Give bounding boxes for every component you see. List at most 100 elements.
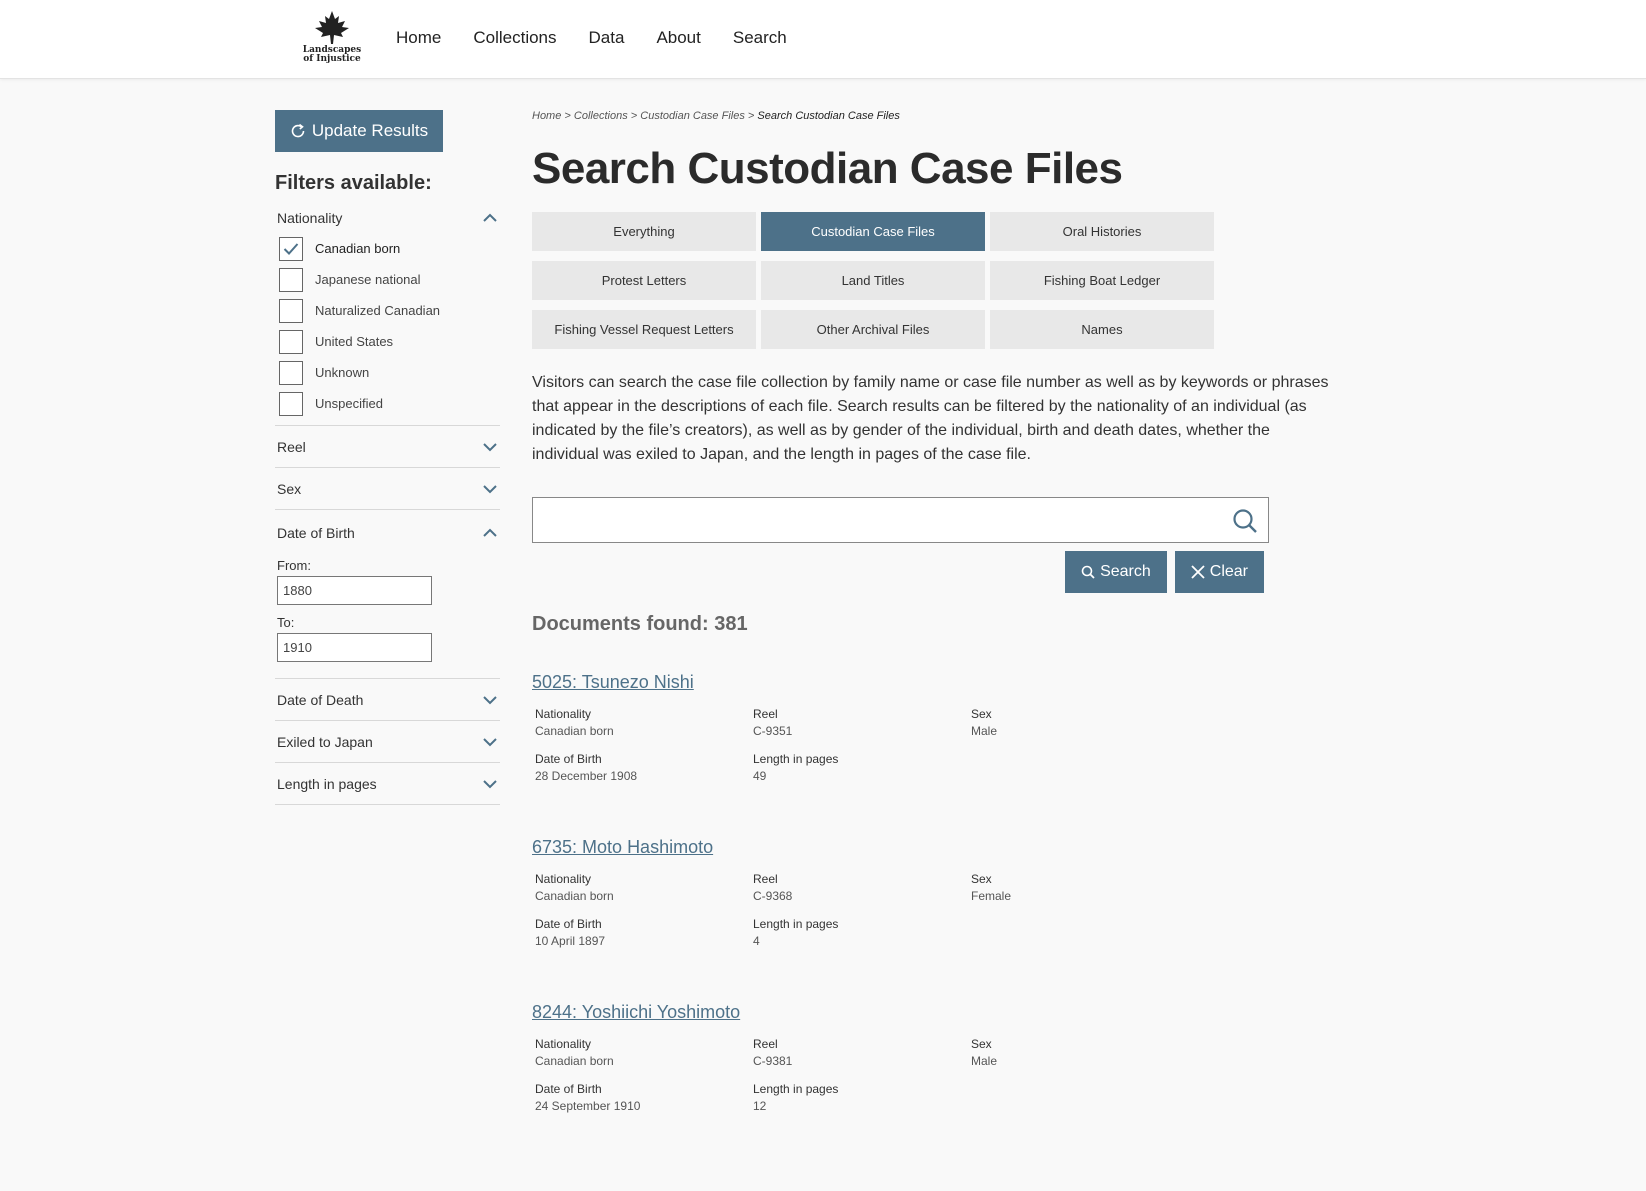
checkbox-unspecified[interactable]	[279, 391, 303, 416]
meta-key: Length in pages	[753, 917, 839, 931]
tab-land-titles[interactable]: Land Titles	[761, 261, 985, 300]
meta-value: 49	[753, 769, 767, 783]
result-title-link[interactable]: 8244: Yoshiichi Yoshimoto	[532, 1002, 1332, 1023]
site-logo[interactable]: Landscapes of Injustice	[296, 10, 368, 68]
reel-filter-label: Reel	[277, 438, 306, 455]
meta-length: Length in pages 4	[753, 917, 971, 948]
checkbox-united-states[interactable]	[279, 329, 303, 354]
main-nav: Home Collections Data About Search	[396, 28, 819, 48]
nav-about[interactable]: About	[656, 28, 700, 48]
result-title-link[interactable]: 6735: Moto Hashimoto	[532, 837, 1332, 858]
result-meta: Nationality Canadian born Reel C-9381 Sex M…	[532, 1037, 1332, 1113]
checkbox-label: Naturalized Canadian	[315, 303, 441, 318]
meta-reel: Reel C-9368	[753, 872, 971, 903]
result-title-link[interactable]: 5025: Tsunezo Nishi	[532, 672, 1332, 693]
chevron-down-icon	[483, 779, 497, 788]
tab-fishing-boat-ledger[interactable]: Fishing Boat Ledger	[990, 261, 1214, 300]
meta-key: Sex	[971, 872, 992, 886]
collection-description: Visitors can search the case file collec…	[532, 374, 1329, 463]
result-item: 5025: Tsunezo Nishi Nationality Canadian …	[532, 672, 1332, 783]
checkbox-naturalized-canadian[interactable]	[279, 298, 303, 323]
maple-leaf-icon	[315, 11, 349, 44]
meta-dob: Date of Birth 24 September 1910	[535, 1082, 753, 1113]
breadcrumb: Home > Collections > Custodian Case File…	[532, 110, 1332, 122]
meta-sex: Sex Male	[971, 1037, 1189, 1068]
meta-value: Canadian born	[535, 1054, 614, 1068]
checkbox-canadian-born[interactable]	[279, 236, 303, 261]
nav-home[interactable]: Home	[396, 28, 441, 48]
meta-key: Reel	[753, 707, 778, 721]
meta-key: Nationality	[535, 707, 592, 721]
search-button[interactable]: Search	[1065, 551, 1167, 593]
meta-dob: Date of Birth 28 December 1908	[535, 752, 753, 783]
meta-value: Canadian born	[535, 724, 614, 738]
nationality-filter: Nationality Canadian born Japanese natio…	[275, 203, 500, 426]
dob-to-input[interactable]	[277, 633, 432, 662]
meta-key: Reel	[753, 872, 778, 886]
chevron-down-icon	[483, 484, 497, 493]
meta-value: 12	[753, 1099, 767, 1113]
dob-from-label: From:	[277, 558, 311, 573]
dob-filter-toggle[interactable]: Date of Birth	[277, 518, 498, 548]
tab-oral-histories[interactable]: Oral Histories	[990, 212, 1214, 251]
breadcrumb-collections[interactable]: Collections	[574, 110, 628, 122]
collection-tabs: Everything Custodian Case Files Oral His…	[532, 212, 1332, 349]
nationality-option: Japanese national	[275, 264, 500, 295]
logo-text-line2: of Injustice	[303, 54, 361, 64]
meta-value: Male	[971, 1054, 998, 1068]
nav-collections[interactable]: Collections	[473, 28, 556, 48]
close-icon	[1191, 565, 1205, 579]
nav-data[interactable]: Data	[589, 28, 625, 48]
nationality-filter-toggle[interactable]: Nationality	[275, 203, 500, 233]
search-icon[interactable]	[1232, 508, 1258, 534]
meta-dob: Date of Birth 10 April 1897	[535, 917, 753, 948]
tab-names[interactable]: Names	[990, 310, 1214, 349]
exiled-filter-toggle[interactable]: Exiled to Japan	[275, 721, 500, 763]
tab-everything[interactable]: Everything	[532, 212, 756, 251]
breadcrumb-custodian-case-files[interactable]: Custodian Case Files	[640, 110, 745, 122]
meta-value: 28 December 1908	[535, 769, 638, 783]
meta-value: Male	[971, 724, 998, 738]
length-filter-label: Length in pages	[277, 775, 377, 792]
meta-key: Sex	[971, 1037, 992, 1051]
sex-filter-toggle[interactable]: Sex	[275, 468, 500, 510]
result-meta: Nationality Canadian born Reel C-9368 Sex F…	[532, 872, 1332, 948]
refresh-icon	[291, 123, 305, 138]
nav-search[interactable]: Search	[733, 28, 787, 48]
checkbox-label: Japanese national	[315, 272, 421, 287]
tab-custodian-case-files[interactable]: Custodian Case Files	[761, 212, 985, 251]
clear-button-label: Clear	[1209, 563, 1248, 580]
breadcrumb-separator: >	[564, 110, 571, 122]
top-navbar: Landscapes of Injustice Home Collections…	[0, 0, 1646, 79]
breadcrumb-home[interactable]: Home	[532, 110, 561, 122]
clear-button[interactable]: Clear	[1174, 551, 1264, 593]
nationality-option: Naturalized Canadian	[275, 295, 500, 326]
chevron-up-icon	[483, 213, 497, 222]
chevron-down-icon	[483, 442, 497, 451]
dob-from-input[interactable]	[277, 576, 432, 605]
meta-key: Length in pages	[753, 752, 839, 766]
tab-other-archival-files[interactable]: Other Archival Files	[761, 310, 985, 349]
reel-filter-toggle[interactable]: Reel	[275, 426, 500, 468]
dob-filter: Date of Birth From: To:	[275, 518, 500, 679]
sex-filter-label: Sex	[277, 480, 302, 497]
search-input[interactable]	[533, 498, 1223, 542]
breadcrumb-separator: >	[630, 110, 638, 122]
meta-nationality: Nationality Canadian born	[535, 1037, 753, 1068]
meta-value: Female	[971, 889, 1012, 903]
tab-protest-letters[interactable]: Protest Letters	[532, 261, 756, 300]
dod-filter-toggle[interactable]: Date of Death	[275, 679, 500, 721]
search-actions: Search Clear	[532, 551, 1264, 593]
main-content: Home > Collections > Custodian Case File…	[532, 110, 1332, 1113]
update-results-button[interactable]: Update Results	[275, 110, 443, 152]
meta-value: 24 September 1910	[535, 1099, 641, 1113]
checkbox-unknown[interactable]	[279, 360, 303, 385]
checkbox-label: Unknown	[315, 365, 370, 380]
length-filter-toggle[interactable]: Length in pages	[275, 763, 500, 805]
filters-title: Filters available:	[275, 172, 432, 194]
checkbox-japanese-national[interactable]	[279, 267, 303, 292]
result-item: 6735: Moto Hashimoto Nationality Canadian…	[532, 837, 1332, 948]
meta-value: C-9381	[753, 1054, 793, 1068]
meta-sex: Sex Female	[971, 872, 1189, 903]
tab-fishing-vessel-request-letters[interactable]: Fishing Vessel Request Letters	[532, 310, 756, 349]
